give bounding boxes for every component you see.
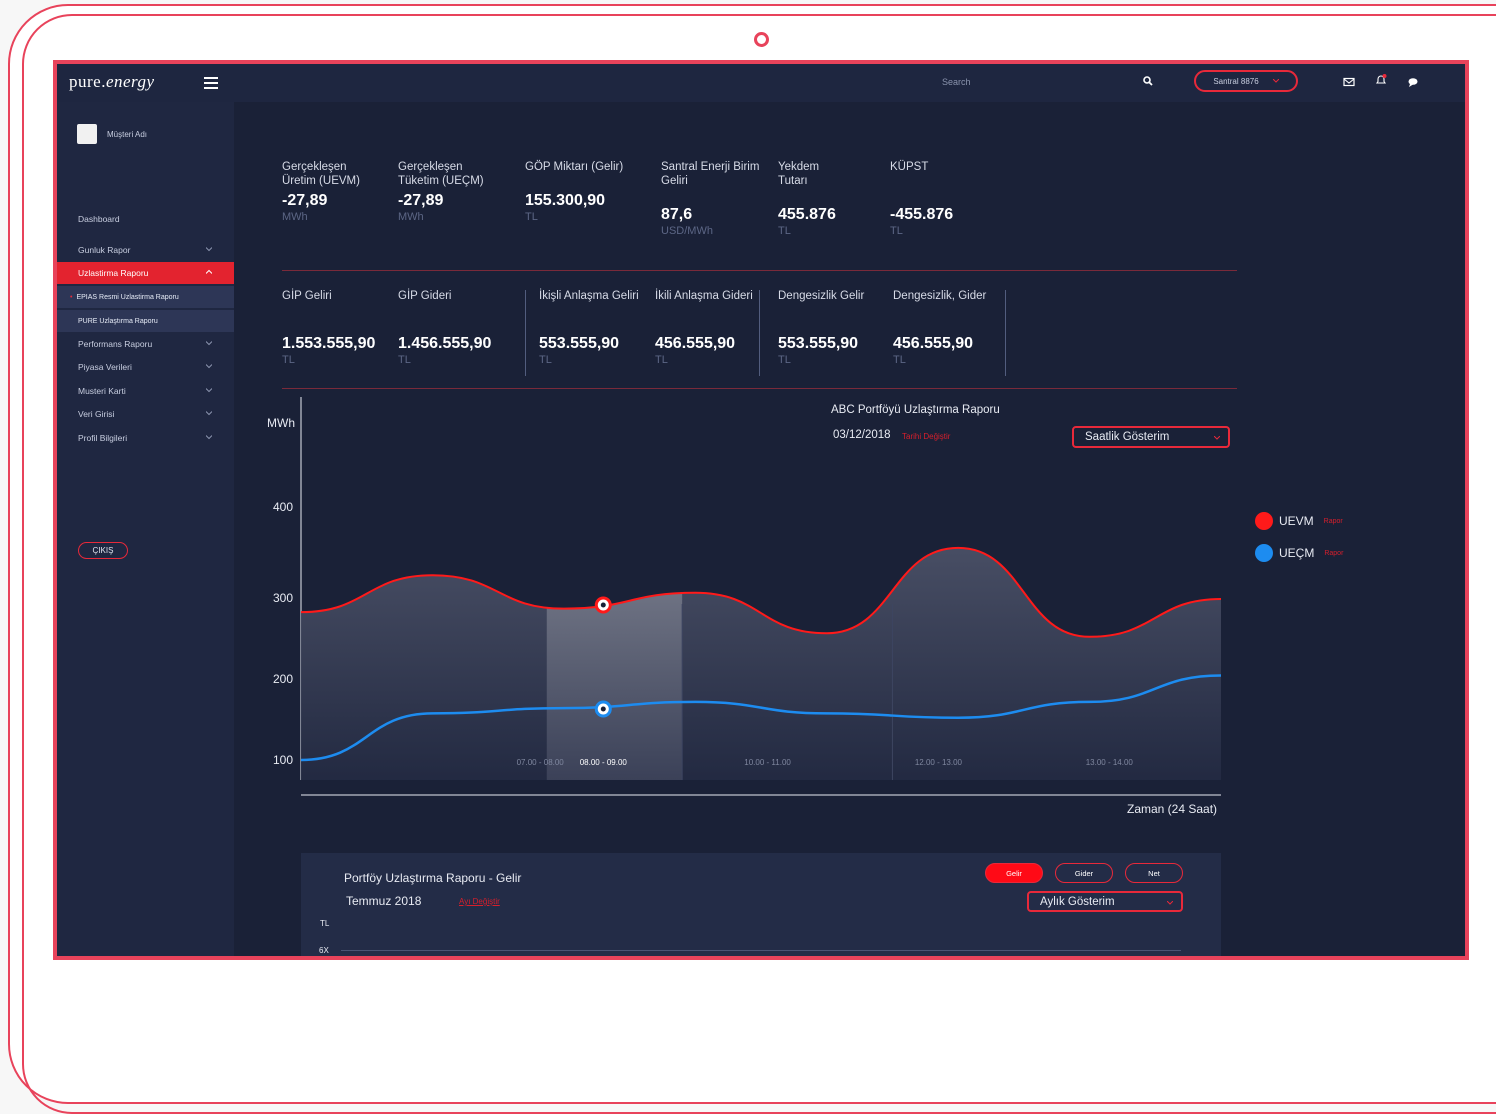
panel-title: Portföy Uzlaştırma Raporu - Gelir — [344, 871, 522, 885]
x-tick-label: 08.00 - 09.00 — [580, 758, 628, 767]
tab-gider[interactable]: Gider — [1055, 863, 1113, 883]
camera-dot — [754, 32, 769, 47]
x-tick-label: 12.00 - 13.00 — [915, 758, 963, 767]
panel-y-tick: 6X — [319, 946, 329, 955]
change-month-link[interactable]: Ayı Değiştir — [459, 897, 500, 906]
panel-grid-line — [341, 950, 1181, 951]
x-tick-label: 10.00 - 11.00 — [744, 758, 791, 767]
area-chart: 07.00 - 08.00 08.00 - 09.00 10.00 - 11.00 1… — [300, 397, 1222, 796]
x-tick-label: 13.00 - 14.00 — [1086, 758, 1134, 767]
revenue-panel: Portföy Uzlaştırma Raporu - Gelir Temmuz… — [301, 853, 1221, 956]
chevron-down-icon — [1167, 901, 1173, 905]
highlight-column — [546, 547, 683, 780]
panel-date: Temmuz 2018 — [346, 894, 422, 908]
uecm-marker-center — [600, 706, 606, 712]
tab-gelir[interactable]: Gelir — [985, 863, 1043, 883]
x-tick-label: 07.00 - 08.00 — [517, 758, 565, 767]
select-label: Aylık Gösterim — [1040, 895, 1115, 908]
tab-net[interactable]: Net — [1125, 863, 1183, 883]
app-screen: pure.energy Search Santral 8876 Müşteri … — [53, 60, 1469, 960]
panel-y-unit: TL — [320, 919, 330, 928]
uevm-marker-center — [600, 602, 606, 608]
uevm-area — [301, 547, 1221, 780]
monthly-view-select[interactable]: Aylık Gösterim — [1027, 891, 1183, 912]
